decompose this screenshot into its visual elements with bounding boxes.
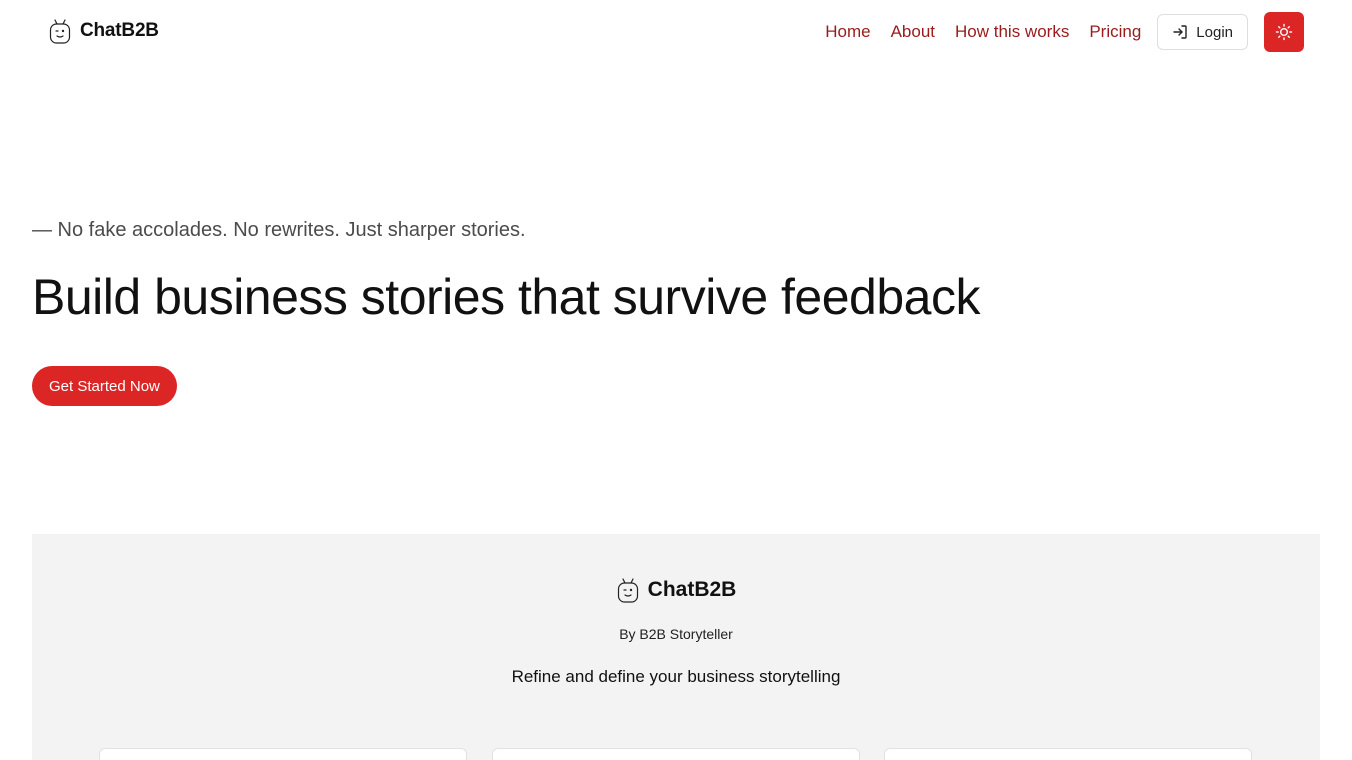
feature-card <box>884 748 1252 760</box>
feature-card <box>99 748 467 760</box>
footer-description: Refine and define your business storytel… <box>511 667 841 686</box>
sun-icon <box>1275 23 1293 41</box>
footer-section: ChatB2B By B2B Storyteller Refine and de… <box>32 534 1320 760</box>
nav-link-home[interactable]: Home <box>825 22 870 42</box>
footer-brand: ChatB2B <box>32 576 1320 604</box>
login-button[interactable]: Login <box>1157 14 1248 50</box>
login-label: Login <box>1196 23 1233 41</box>
robot-logo-icon <box>49 19 71 44</box>
nav-link-how-this-works[interactable]: How this works <box>955 22 1069 42</box>
get-started-button[interactable]: Get Started Now <box>32 366 177 406</box>
footer-brand-name: ChatB2B <box>647 578 737 601</box>
robot-logo-icon <box>617 578 638 603</box>
site-header: ChatB2B Home About How this works Pricin… <box>0 0 1352 64</box>
nav-link-pricing[interactable]: Pricing <box>1089 22 1141 42</box>
brand-name: ChatB2B <box>80 20 159 41</box>
theme-toggle-button[interactable] <box>1264 12 1304 52</box>
footer-byline: By B2B Storyteller <box>619 626 733 642</box>
hero-tagline: — No fake accolades. No rewrites. Just s… <box>32 219 526 241</box>
feature-card <box>492 748 860 760</box>
nav-link-about[interactable]: About <box>891 22 935 42</box>
hero-title: Build business stories that survive feed… <box>32 269 980 325</box>
brand-logo[interactable]: ChatB2B <box>48 17 159 45</box>
main-nav: Home About How this works Pricing Login <box>825 12 1304 52</box>
login-arrow-icon <box>1173 25 1187 39</box>
